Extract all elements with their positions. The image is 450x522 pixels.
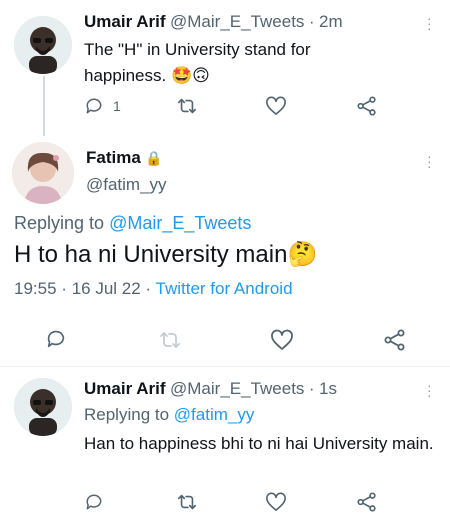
separator: ·: [61, 279, 67, 298]
tweet-text: H to ha ni University main: [14, 241, 288, 268]
replying-to-handle[interactable]: @Mair_E_Tweets: [109, 213, 251, 233]
author-name[interactable]: Umair Arif: [84, 12, 166, 31]
retweet-button[interactable]: [176, 96, 198, 116]
share-icon: [357, 492, 376, 512]
retweet-icon: [178, 98, 196, 114]
share-button[interactable]: [356, 492, 378, 512]
reply-button[interactable]: [45, 328, 67, 350]
avatar[interactable]: [12, 142, 74, 204]
share-button[interactable]: [383, 329, 407, 351]
thread-line: [43, 76, 45, 136]
separator: ·: [308, 12, 315, 31]
more-icon[interactable]: · · ·: [427, 378, 432, 402]
reply-icon: [86, 98, 102, 114]
divider: [0, 366, 450, 367]
like-icon: [266, 492, 286, 511]
share-icon: [384, 329, 405, 351]
tweet-emojis: 🤩🙃: [170, 66, 210, 85]
like-icon: [266, 96, 286, 115]
author-handle[interactable]: @fatim_yy: [86, 175, 167, 195]
replying-to-label: Replying to: [84, 405, 170, 424]
tweet-date[interactable]: 16 Jul 22: [72, 279, 141, 298]
reply-icon: [86, 494, 102, 510]
lock-icon: 🔒: [145, 150, 163, 166]
author-handle[interactable]: @Mair_E_Tweets: [170, 379, 304, 398]
tweet-text: Han to happiness bhi to ni hai Universit…: [84, 434, 434, 453]
author-name[interactable]: Fatima: [86, 148, 141, 167]
avatar[interactable]: [14, 378, 72, 436]
like-button[interactable]: [265, 96, 287, 116]
separator: ·: [308, 379, 315, 398]
tweet-source[interactable]: Twitter for Android: [156, 279, 293, 298]
share-button[interactable]: [356, 96, 378, 116]
separator: ·: [145, 279, 152, 298]
tweet-time[interactable]: 19:55: [14, 279, 57, 298]
avatar-image: [14, 378, 72, 436]
avatar[interactable]: [14, 16, 72, 74]
replying-to-handle[interactable]: @fatim_yy: [174, 405, 255, 424]
retweet-button[interactable]: [176, 492, 198, 512]
timestamp[interactable]: 2m: [319, 12, 343, 31]
avatar-image: [12, 142, 74, 204]
author-name[interactable]: Umair Arif: [84, 379, 166, 398]
reply-button[interactable]: [84, 492, 104, 512]
replying-to-label: Replying to: [14, 213, 105, 233]
like-icon: [271, 329, 293, 350]
reply-count: 1: [113, 98, 121, 114]
retweet-icon: [160, 332, 180, 348]
like-button[interactable]: [270, 329, 294, 351]
retweet-button[interactable]: [158, 329, 182, 351]
author-handle[interactable]: @Mair_E_Tweets: [170, 12, 304, 31]
tweet-emoji: 🤔: [287, 241, 318, 268]
more-icon[interactable]: · · ·: [427, 149, 432, 173]
like-button[interactable]: [265, 492, 287, 512]
share-icon: [357, 96, 376, 116]
more-icon[interactable]: · · ·: [427, 11, 432, 35]
timestamp[interactable]: 1s: [319, 379, 337, 398]
reply-icon: [47, 330, 65, 348]
retweet-icon: [178, 494, 196, 510]
reply-button[interactable]: 1: [84, 96, 121, 116]
avatar-image: [14, 16, 72, 74]
